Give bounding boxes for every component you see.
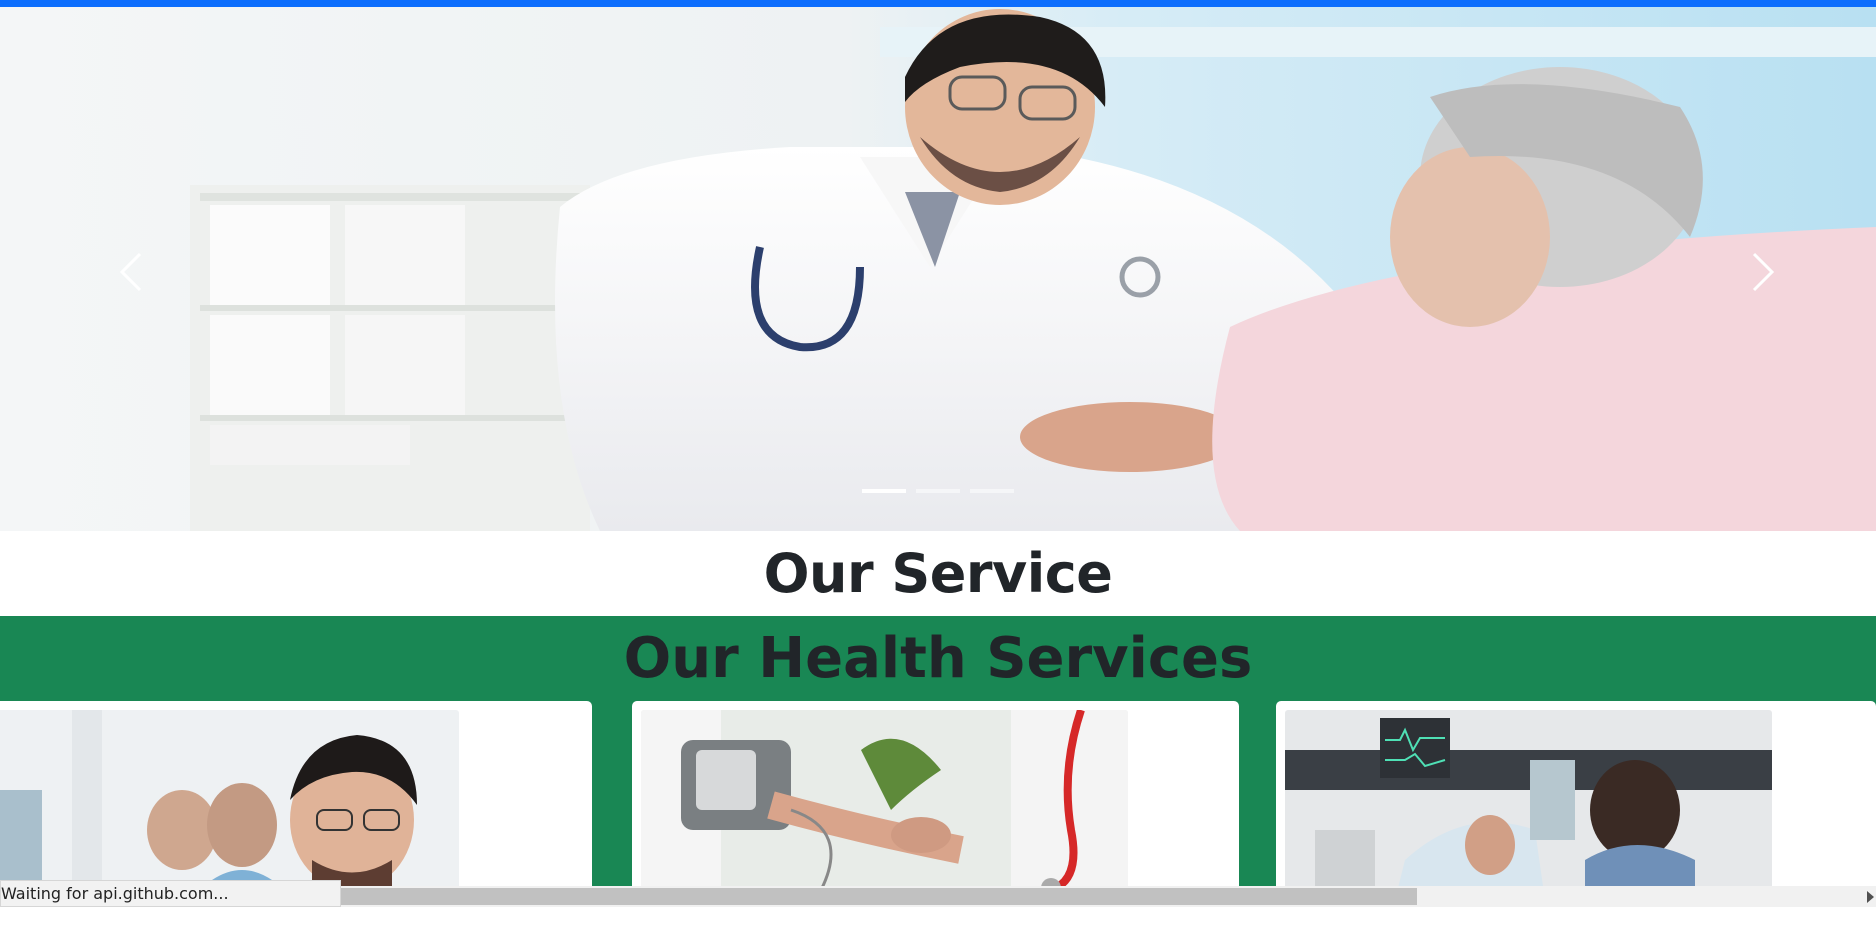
carousel-indicators xyxy=(0,489,1876,493)
carousel-indicator-3[interactable] xyxy=(970,489,1014,493)
carousel-prev-button[interactable] xyxy=(100,232,160,312)
service-section-title: Our Service xyxy=(763,542,1113,605)
service-card-image-blood-pressure xyxy=(641,710,1128,900)
chevron-right-icon xyxy=(1752,252,1775,292)
scroll-right-arrow-icon[interactable] xyxy=(1867,891,1874,903)
browser-status-bar: Waiting for api.github.com... xyxy=(0,880,341,907)
horizontal-scrollbar[interactable] xyxy=(341,886,1876,907)
browser-status-text: Waiting for api.github.com... xyxy=(1,884,229,903)
service-section-header: Our Service xyxy=(0,531,1876,616)
service-card-image-doctor xyxy=(0,710,459,900)
hero-carousel xyxy=(0,7,1876,531)
carousel-indicator-2[interactable] xyxy=(916,489,960,493)
carousel-next-button[interactable] xyxy=(1734,232,1794,312)
chevron-left-icon xyxy=(119,252,142,292)
top-accent-bar xyxy=(0,0,1876,7)
health-services-section: Our Health Services xyxy=(0,616,1876,931)
service-card-image-hospital-bed xyxy=(1285,710,1772,900)
health-services-title: Our Health Services xyxy=(623,626,1253,691)
scrollbar-thumb[interactable] xyxy=(341,888,1417,905)
carousel-slide-image xyxy=(0,7,1876,531)
carousel-indicator-1[interactable] xyxy=(862,489,906,493)
